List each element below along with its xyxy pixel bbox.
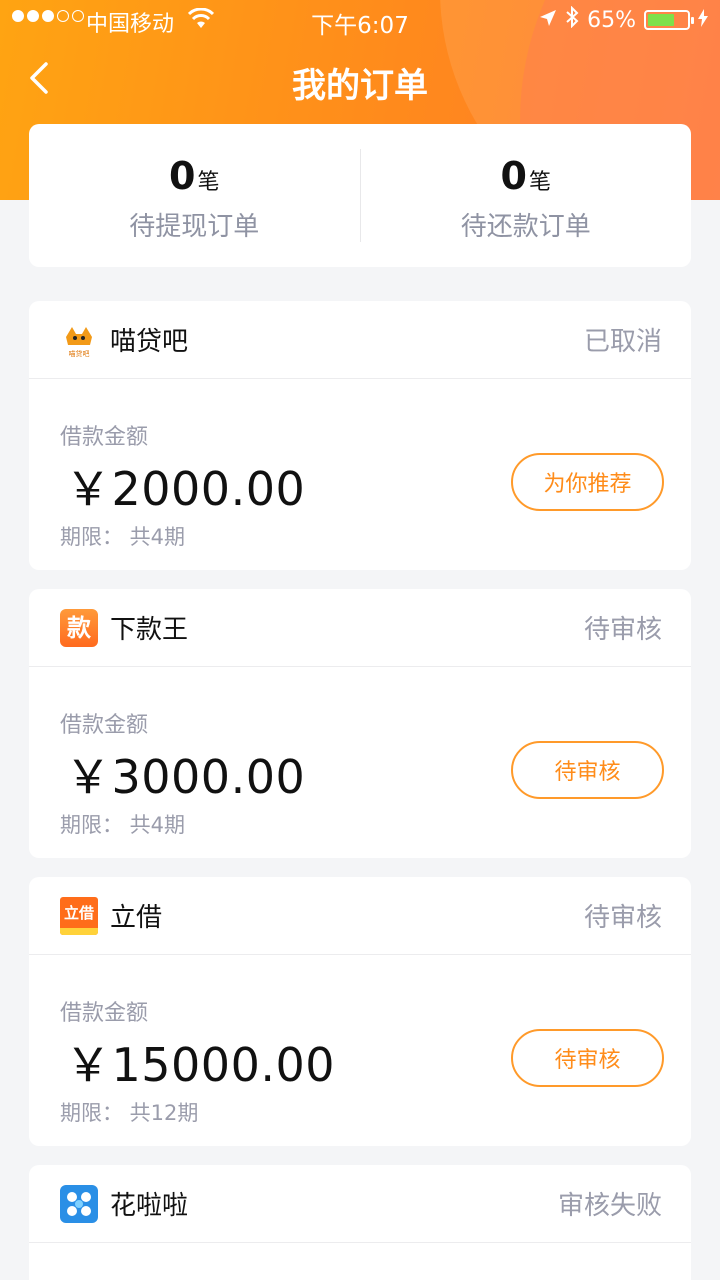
pending-withdraw-count: 0 bbox=[169, 154, 196, 198]
location-icon bbox=[539, 8, 557, 33]
loan-amount: ￥2000.00 bbox=[65, 462, 306, 516]
lijie-logo: 立借 bbox=[60, 896, 98, 935]
pending-review-button[interactable]: 待审核 bbox=[511, 1029, 664, 1087]
order-card-body: 借款金额 ￥15000.00 期限： 共12期 待审核 bbox=[29, 955, 691, 1145]
status-bar: 中国移动 下午6:07 65% bbox=[0, 0, 720, 40]
merchant-name: 立借 bbox=[110, 903, 163, 933]
loan-term: 期限： 共12期 bbox=[60, 1101, 199, 1125]
pending-repay-count: 0 bbox=[500, 154, 527, 198]
order-card-header: 立借 立借 待审核 bbox=[29, 877, 691, 955]
bluetooth-icon bbox=[565, 5, 579, 34]
pending-review-button[interactable]: 待审核 bbox=[511, 741, 664, 799]
order-card-body: 借款金额 ￥2000.00 期限： 共4期 为你推荐 bbox=[29, 379, 691, 569]
order-card[interactable]: 花啦啦 审核失败 bbox=[29, 1165, 691, 1280]
order-card[interactable]: 喵贷吧 喵贷吧 已取消 借款金额 ￥2000.00 期限： 共4期 为你推荐 bbox=[29, 301, 691, 570]
count-unit: 笔 bbox=[528, 170, 551, 195]
merchant-name: 下款王 bbox=[110, 615, 189, 645]
loan-amount: ￥3000.00 bbox=[65, 750, 306, 804]
pending-withdraw-label: 待提现订单 bbox=[129, 212, 260, 242]
amount-label: 借款金额 bbox=[60, 713, 149, 738]
order-status: 待审核 bbox=[583, 615, 662, 645]
order-card-header: 喵贷吧 喵贷吧 已取消 bbox=[29, 301, 691, 379]
loan-amount: ￥15000.00 bbox=[65, 1038, 335, 1092]
loan-term: 期限： 共4期 bbox=[60, 813, 186, 837]
order-card-header: 花啦啦 审核失败 bbox=[29, 1165, 691, 1243]
logo-caption: 喵贷吧 bbox=[68, 349, 90, 358]
pending-repay-label: 待还款订单 bbox=[460, 212, 591, 242]
loan-term: 期限： 共4期 bbox=[60, 525, 186, 549]
page-title: 我的订单 bbox=[292, 66, 428, 106]
logo-caption: 立借 bbox=[63, 903, 94, 922]
recommend-button[interactable]: 为你推荐 bbox=[511, 453, 664, 511]
order-status: 审核失败 bbox=[557, 1191, 662, 1221]
amount-label: 借款金额 bbox=[60, 1001, 149, 1026]
merchant-name: 花啦啦 bbox=[110, 1191, 189, 1221]
order-status: 待审核 bbox=[583, 903, 662, 933]
order-status: 已取消 bbox=[583, 327, 662, 357]
pending-repay-summary[interactable]: 0笔 待还款订单 bbox=[361, 124, 692, 267]
order-card[interactable]: 款 下款王 待审核 借款金额 ￥3000.00 期限： 共4期 待审核 bbox=[29, 589, 691, 858]
order-card[interactable]: 立借 立借 待审核 借款金额 ￥15000.00 期限： 共12期 待审核 bbox=[29, 877, 691, 1146]
order-card-header: 款 下款王 待审核 bbox=[29, 589, 691, 667]
order-summary: 0笔 待提现订单 0笔 待还款订单 bbox=[29, 124, 691, 267]
miaodaiba-logo: 喵贷吧 bbox=[60, 320, 98, 359]
xiakuanwang-logo: 款 bbox=[60, 608, 98, 647]
merchant-name: 喵贷吧 bbox=[110, 327, 189, 357]
hualala-logo bbox=[60, 1184, 98, 1223]
pending-withdraw-summary[interactable]: 0笔 待提现订单 bbox=[29, 124, 360, 267]
battery-percent: 65% bbox=[587, 7, 636, 33]
amount-label: 借款金额 bbox=[60, 425, 149, 450]
battery-icon bbox=[644, 10, 694, 30]
order-card-body: 借款金额 ￥3000.00 期限： 共4期 待审核 bbox=[29, 667, 691, 857]
nav-bar: 我的订单 bbox=[0, 44, 720, 116]
count-unit: 笔 bbox=[197, 170, 220, 195]
logo-caption: 款 bbox=[67, 613, 91, 642]
charging-icon bbox=[698, 8, 708, 33]
